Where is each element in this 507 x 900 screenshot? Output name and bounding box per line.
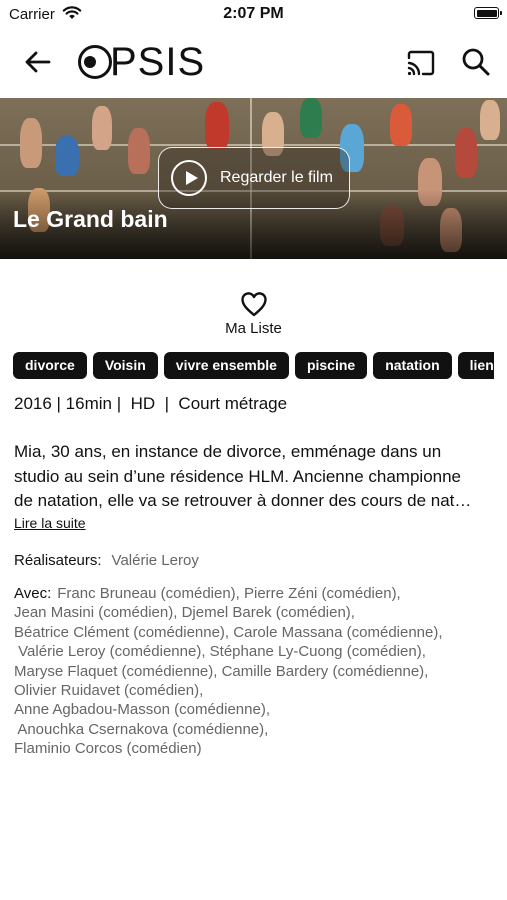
- cast-list: Avec: Franc Bruneau (comédien), Pierre Zé…: [14, 584, 499, 759]
- play-icon: [171, 160, 207, 196]
- synopsis: Mia, 30 ans, en instance de divorce, emm…: [14, 440, 494, 514]
- synopsis-line: studio au sein d’une résidence HLM. Anci…: [14, 466, 462, 486]
- synopsis-line: de natation, elle va se retrouver à donn…: [14, 491, 472, 510]
- synopsis-line: Mia, 30 ans, en instance de divorce, emm…: [14, 442, 442, 461]
- tag-chip[interactable]: vivre ensemble: [163, 352, 289, 379]
- cast-label: Avec:: [14, 585, 52, 602]
- my-list-label: Ma Liste: [225, 320, 282, 337]
- cast-line: Béatrice Clément (comédienne), Carole Ma…: [14, 623, 443, 641]
- cast-line: Flaminio Corcos (comédien): [14, 740, 202, 758]
- heart-icon: [240, 292, 267, 317]
- read-more-link[interactable]: Lire la suite: [14, 515, 86, 531]
- swimmer-figure: [480, 100, 500, 140]
- tag-chip[interactable]: divorce: [13, 352, 87, 379]
- directors-label: Réalisateurs:: [14, 552, 102, 569]
- hero-banner: Regarder le film Le Grand bain: [0, 98, 507, 259]
- cast-line: Jean Masini (comédien), Djemel Barek (co…: [14, 604, 355, 622]
- swimmer-figure: [205, 102, 229, 150]
- nav-bar: PSIS: [0, 30, 507, 98]
- my-list-button[interactable]: Ma Liste: [0, 291, 507, 337]
- swimmer-figure: [300, 98, 322, 138]
- tag-chip[interactable]: lien: [457, 352, 494, 379]
- status-bar: Carrier 2:07 PM: [0, 0, 507, 30]
- watch-film-button[interactable]: Regarder le film: [158, 147, 350, 209]
- tag-list: divorce Voisin vivre ensemble piscine natati…: [13, 352, 494, 380]
- swimmer-figure: [20, 118, 42, 168]
- battery-icon: [474, 7, 502, 19]
- cast-line: Anouchka Csernakova (comédienne),: [14, 720, 269, 738]
- cast-icon[interactable]: [405, 49, 437, 77]
- directors-row: Réalisateurs: Valérie Leroy: [14, 552, 199, 569]
- swimmer-figure: [92, 106, 112, 150]
- cast-line: Maryse Flaquet (comédienne), Camille Bar…: [14, 662, 429, 680]
- tag-chip[interactable]: natation: [373, 352, 452, 379]
- app-logo: PSIS: [78, 40, 205, 84]
- cast-line: Anne Agbadou-Masson (comédienne),: [14, 701, 270, 719]
- cast-line: Olivier Ruidavet (comédien),: [14, 682, 204, 700]
- logo-mark: [78, 45, 112, 79]
- clock: 2:07 PM: [223, 5, 284, 22]
- watch-film-label: Regarder le film: [220, 169, 333, 186]
- search-icon[interactable]: [460, 46, 492, 78]
- swimmer-figure: [390, 104, 412, 146]
- directors-value: Valérie Leroy: [111, 552, 199, 569]
- swimmer-figure: [455, 128, 477, 178]
- cast-line: Valérie Leroy (comédienne), Stéphane Ly-…: [14, 643, 426, 661]
- tag-chip[interactable]: Voisin: [92, 352, 158, 379]
- film-meta: 2016 | 16min | HD | Court métrage: [14, 394, 288, 413]
- swimmer-figure: [128, 128, 150, 174]
- logo-text: PSIS: [110, 40, 206, 84]
- swimmer-figure: [55, 136, 79, 176]
- tag-chip[interactable]: piscine: [294, 352, 368, 379]
- film-title: Le Grand bain: [13, 206, 168, 232]
- back-arrow-icon[interactable]: [22, 46, 54, 78]
- cast-line: Franc Bruneau (comédien), Pierre Zéni (c…: [57, 585, 401, 602]
